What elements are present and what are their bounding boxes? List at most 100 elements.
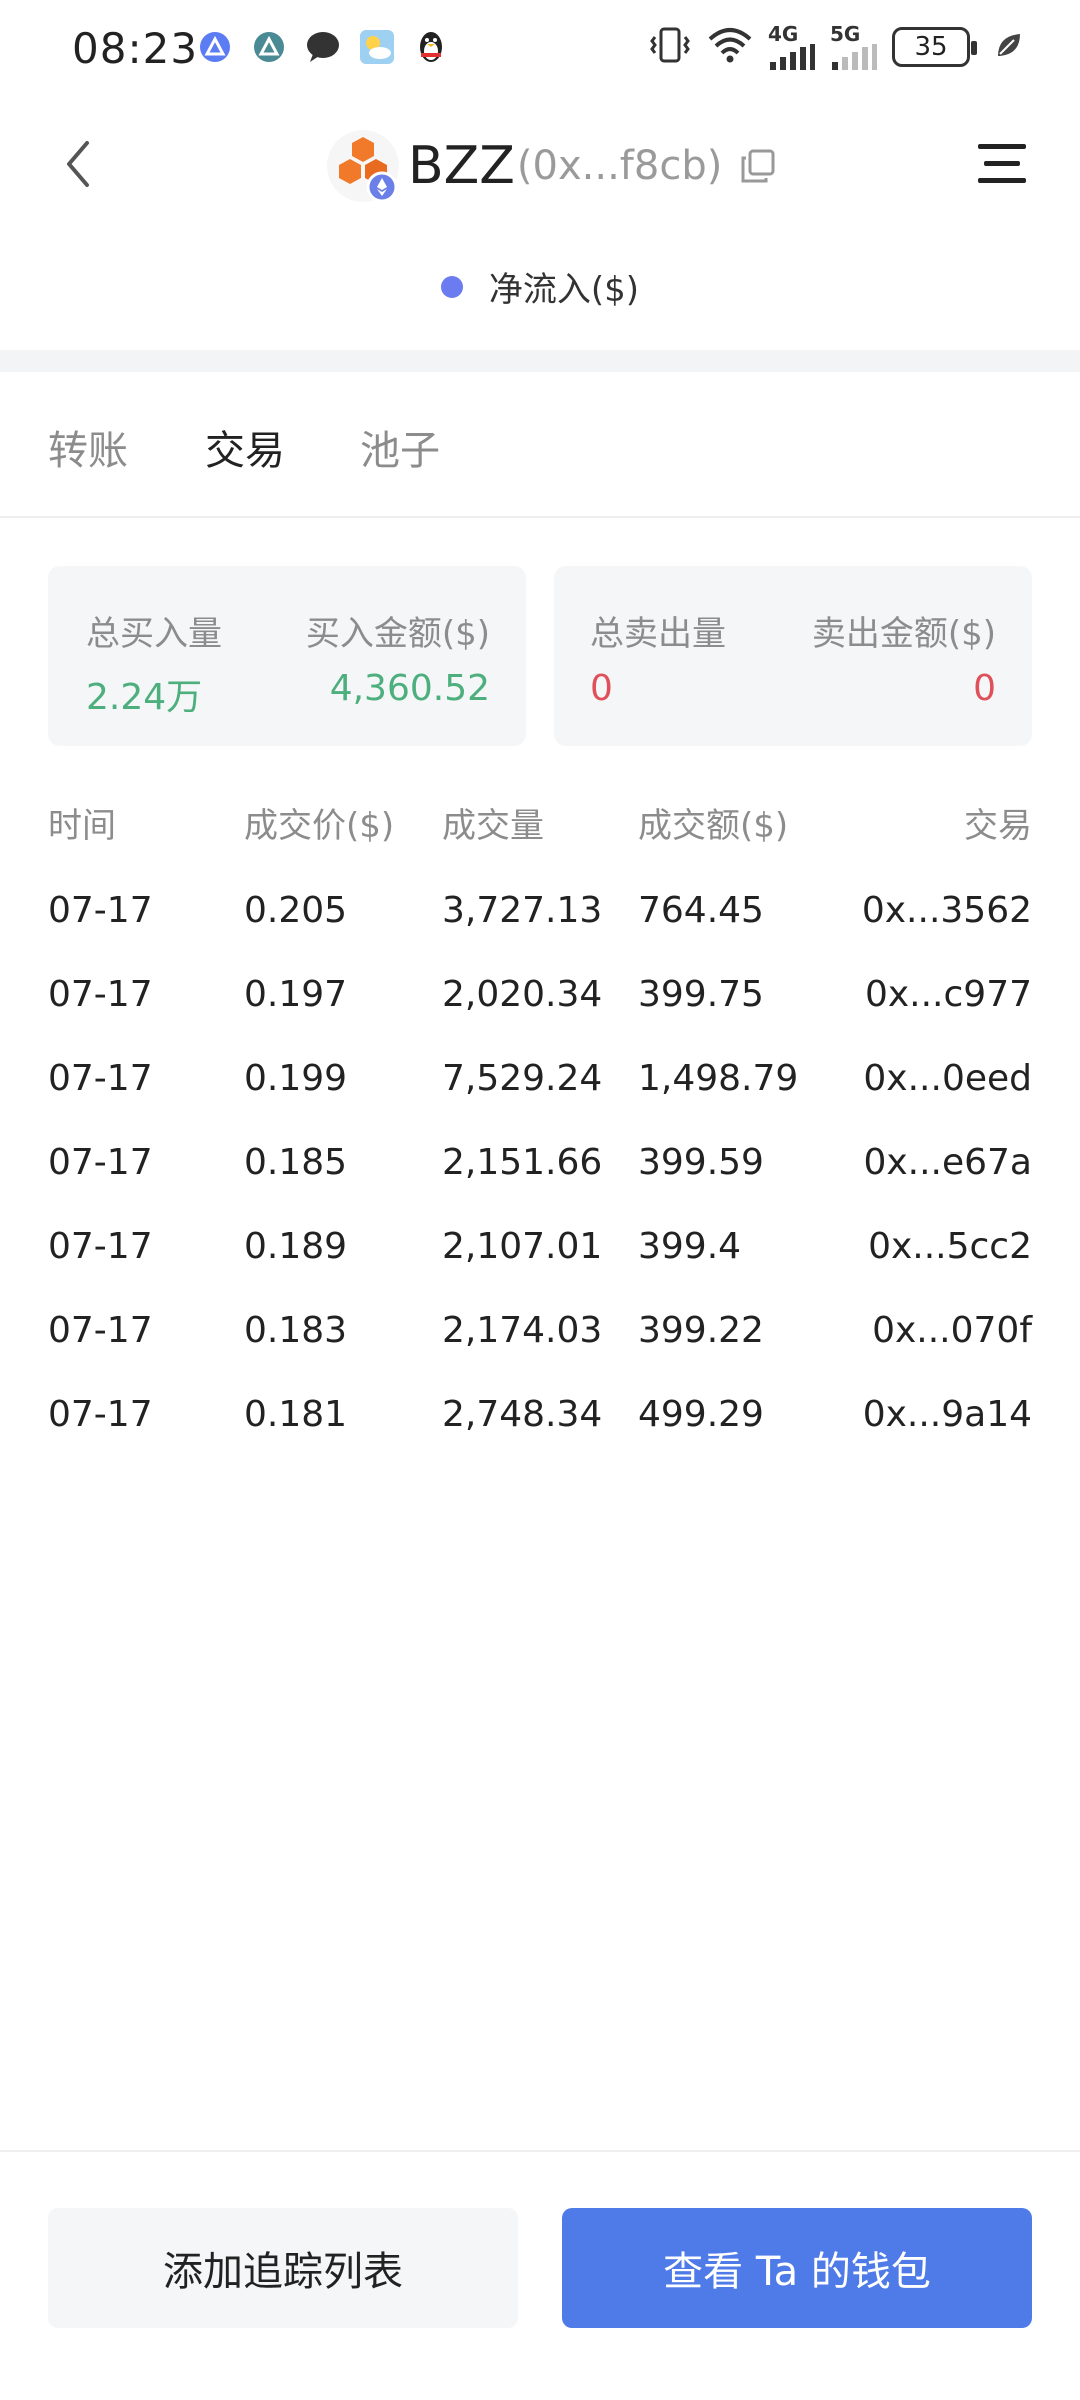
cell-time: 07-17 [48, 1142, 153, 1183]
status-time: 08:23 [72, 24, 199, 73]
add-watchlist-button[interactable]: 添加追踪列表 [48, 2208, 518, 2328]
table-row[interactable]: 07-17 0.205 3,727.13 764.45 0x...3562 [0, 890, 1080, 950]
copy-icon [741, 149, 775, 183]
status-right-group: 4G 5G 35 [648, 24, 1024, 70]
cell-volume: 2,748.34 [442, 1394, 603, 1435]
triangle-app-icon [196, 28, 234, 66]
trades-table-header: 时间 成交价($) 成交量 成交额($) 交易 [0, 798, 1080, 848]
chat-bubble-icon [304, 28, 342, 66]
total-buy-label: 总买入量 [86, 614, 222, 654]
app-header: BZZ (0x...f8cb) [0, 110, 1080, 220]
total-sell-label: 总卖出量 [590, 614, 726, 654]
cell-tx-link[interactable]: 0x...c977 [865, 974, 1032, 1015]
chart-legend: 净流入($) [0, 262, 1080, 311]
weather-icon [358, 28, 396, 66]
total-buy-value: 2.24万 [86, 677, 203, 718]
qq-penguin-icon [412, 28, 450, 66]
sell-amount-label: 卖出金额($) [811, 614, 996, 654]
signal-bars-weak-icon [832, 44, 877, 70]
cell-amount: 399.59 [638, 1142, 764, 1183]
table-row[interactable]: 07-17 0.185 2,151.66 399.59 0x...e67a [0, 1142, 1080, 1202]
cell-time: 07-17 [48, 1058, 153, 1099]
token-address: (0x...f8cb) [516, 143, 723, 189]
cell-amount: 499.29 [638, 1394, 764, 1435]
table-row[interactable]: 07-17 0.189 2,107.01 399.4 0x...5cc2 [0, 1226, 1080, 1286]
leaf-icon [994, 30, 1024, 64]
cell-volume: 2,151.66 [442, 1142, 603, 1183]
cell-time: 07-17 [48, 1226, 153, 1267]
status-bar: 08:23 4G 5G 35 [0, 0, 1080, 100]
cell-tx-link[interactable]: 0x...e67a [863, 1142, 1032, 1183]
cell-price: 0.185 [244, 1142, 348, 1183]
token-symbol: BZZ [408, 136, 515, 196]
view-wallet-button[interactable]: 查看 Ta 的钱包 [562, 2208, 1032, 2328]
cell-time: 07-17 [48, 890, 153, 931]
copy-address-button[interactable] [736, 144, 780, 188]
cell-tx-link[interactable]: 0x...9a14 [863, 1394, 1032, 1435]
cell-tx-link[interactable]: 0x...3562 [862, 890, 1032, 931]
cell-tx-link[interactable]: 0x...0eed [863, 1058, 1032, 1099]
cell-time: 07-17 [48, 1310, 153, 1351]
back-button[interactable] [48, 134, 108, 194]
signal-5g-label: 5G [830, 22, 861, 46]
cell-amount: 399.75 [638, 974, 764, 1015]
battery-level: 35 [914, 32, 948, 62]
cell-time: 07-17 [48, 974, 153, 1015]
signal-4g: 4G [768, 24, 816, 70]
token-logo-icon [326, 129, 400, 203]
signal-bars-icon [770, 44, 815, 70]
vibrate-icon [648, 25, 692, 69]
table-row[interactable]: 07-17 0.181 2,748.34 499.29 0x...9a14 [0, 1394, 1080, 1454]
table-row[interactable]: 07-17 0.183 2,174.03 399.22 0x...070f [0, 1310, 1080, 1370]
menu-button[interactable] [972, 134, 1032, 194]
cell-price: 0.205 [244, 890, 348, 931]
tab-pools[interactable]: 池子 [360, 418, 440, 476]
cell-volume: 3,727.13 [442, 890, 603, 931]
signal-5g: 5G [830, 24, 878, 70]
header-tx: 交易 [964, 806, 1032, 846]
cell-tx-link[interactable]: 0x...070f [872, 1310, 1032, 1351]
cell-tx-link[interactable]: 0x...5cc2 [868, 1226, 1032, 1267]
buy-amount-label: 买入金额($) [305, 614, 490, 654]
total-sell-value: 0 [590, 668, 613, 709]
cell-price: 0.183 [244, 1310, 348, 1351]
cell-volume: 2,174.03 [442, 1310, 603, 1351]
wifi-icon [706, 25, 754, 69]
section-divider [0, 350, 1080, 372]
cell-amount: 1,498.79 [638, 1058, 799, 1099]
header-price: 成交价($) [244, 806, 395, 846]
cell-price: 0.197 [244, 974, 348, 1015]
table-row[interactable]: 07-17 0.199 7,529.24 1,498.79 0x...0eed [0, 1058, 1080, 1118]
cell-amount: 399.22 [638, 1310, 764, 1351]
tab-transfer[interactable]: 转账 [48, 418, 128, 476]
table-row[interactable]: 07-17 0.197 2,020.34 399.75 0x...c977 [0, 974, 1080, 1034]
token-title: BZZ (0x...f8cb) [326, 124, 780, 208]
legend-label: 净流入($) [488, 270, 640, 310]
bottom-divider [0, 2150, 1080, 2152]
header-time: 时间 [48, 806, 116, 846]
tab-trades[interactable]: 交易 [205, 418, 285, 476]
tab-bar: 转账 交易 池子 [0, 372, 1080, 518]
notification-icons [196, 28, 450, 66]
battery-indicator: 35 [892, 27, 977, 67]
signal-4g-label: 4G [768, 22, 799, 46]
cell-volume: 2,107.01 [442, 1226, 603, 1267]
cell-amount: 399.4 [638, 1226, 742, 1267]
buy-summary-card: 总买入量 买入金额($) 2.24万 4,360.52 [48, 566, 526, 746]
header-amount: 成交额($) [638, 806, 789, 846]
cell-amount: 764.45 [638, 890, 764, 931]
header-volume: 成交量 [442, 806, 544, 846]
cell-price: 0.181 [244, 1394, 348, 1435]
cell-volume: 2,020.34 [442, 974, 603, 1015]
hamburger-menu-icon [978, 144, 1026, 183]
chevron-left-icon [67, 141, 89, 187]
cell-price: 0.199 [244, 1058, 348, 1099]
cell-volume: 7,529.24 [442, 1058, 603, 1099]
sell-amount-value: 0 [973, 668, 996, 709]
sell-summary-card: 总卖出量 卖出金额($) 0 0 [554, 566, 1032, 746]
legend-dot [440, 275, 463, 298]
buy-amount-value: 4,360.52 [329, 668, 490, 709]
triangle-app-icon-2 [250, 28, 288, 66]
cell-price: 0.189 [244, 1226, 348, 1267]
cell-time: 07-17 [48, 1394, 153, 1435]
